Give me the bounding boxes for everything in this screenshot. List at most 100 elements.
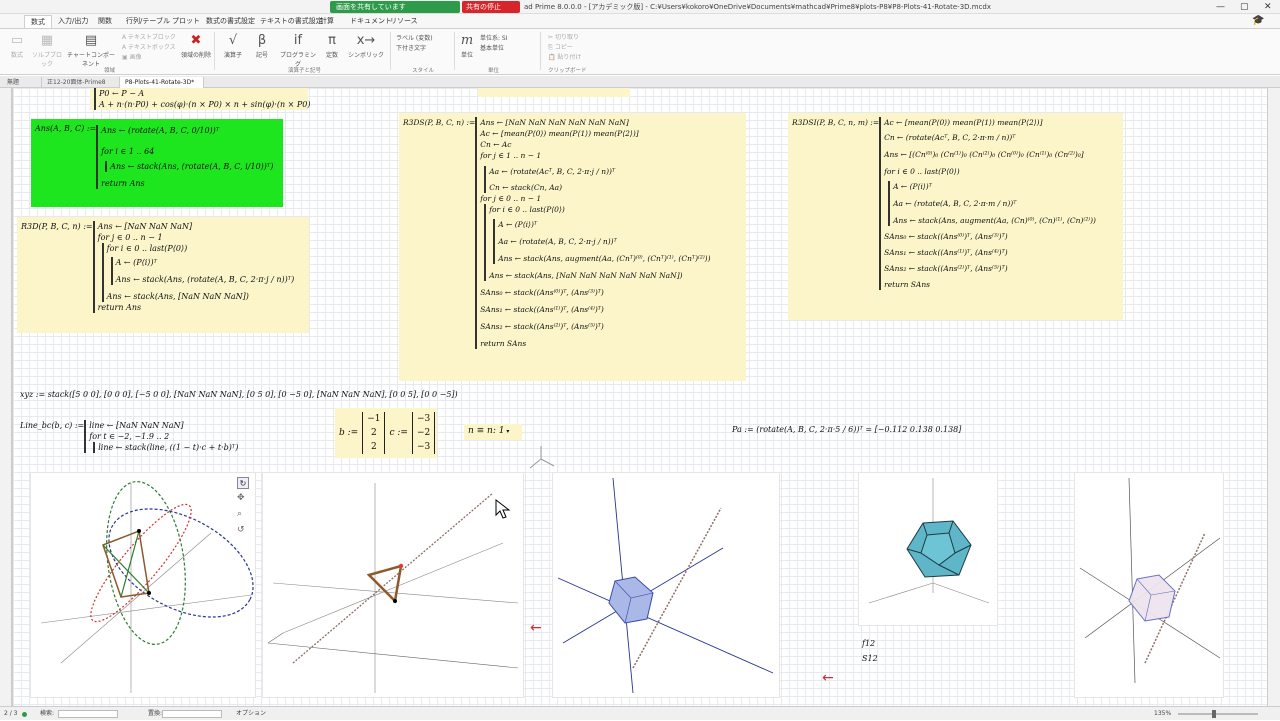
zoom-tool-icon[interactable]: ⌕ bbox=[237, 509, 242, 519]
chart-icon: ▤ bbox=[84, 33, 98, 48]
delete-region-button[interactable]: ✖ 領域の削除 bbox=[180, 33, 212, 59]
programming-button[interactable]: if プログラミング bbox=[278, 33, 318, 68]
minimize-icon[interactable]: — bbox=[1216, 0, 1225, 14]
r3d-function-definition[interactable]: R3D(P, B, C, n) := Ans ← [NaN NaN NaN] f… bbox=[17, 217, 309, 333]
doc-tab-polyhedra[interactable]: 正12-20面体-Prime8 bbox=[42, 77, 120, 88]
unit-m-icon: m bbox=[460, 33, 474, 48]
annotation-arrow-icon: ← bbox=[530, 620, 542, 636]
line-function-definition[interactable]: Line_bc(b, c) := line ← [NaN NaN NaN] fo… bbox=[20, 420, 240, 462]
maximize-icon[interactable]: ▢ bbox=[1240, 0, 1249, 14]
chart-component-button[interactable]: ▤ チャートコンポーネント bbox=[66, 33, 116, 68]
r3ds-function-definition[interactable]: R3DS(P, B, C, n) := Ans ← [NaN NaN NaN N… bbox=[399, 113, 746, 381]
copy-icon: ⎘ bbox=[548, 44, 553, 51]
mouse-cursor-icon bbox=[495, 498, 511, 519]
partial-rotate-definition[interactable]: P0 ← P − A A + n·(n·P0) + cos(φ)·(n × P0… bbox=[90, 88, 311, 110]
screen-share-indicator: 画面を共有しています bbox=[330, 1, 460, 13]
tab-math[interactable]: 数式 bbox=[24, 15, 52, 28]
doc-tab-rotate-3d[interactable]: P8-Plots-41-Rotate-3D* bbox=[120, 77, 204, 88]
plot-3d-transparent-dodecahedron-canvas bbox=[1079, 477, 1221, 684]
solve-block-button[interactable]: ▦ ソルブブロック bbox=[30, 33, 64, 68]
cut-button[interactable]: ✂ 切り取り bbox=[548, 32, 588, 41]
replace-label: 置換: bbox=[148, 710, 163, 717]
tab-calculation[interactable]: 計算 bbox=[320, 16, 334, 26]
paste-button[interactable]: 📋 貼り付け bbox=[548, 52, 588, 61]
plot-3d-dodecahedron-wire-canvas bbox=[557, 477, 774, 694]
ribbon-separator bbox=[540, 32, 541, 70]
symbols-button[interactable]: β 記号 bbox=[250, 33, 274, 59]
math-region-button[interactable]: ▭ 数式 bbox=[6, 33, 28, 59]
beta-icon: β bbox=[257, 33, 267, 48]
axis-gizmo bbox=[529, 446, 555, 469]
symbolics-button[interactable]: x→ シンボリック bbox=[348, 33, 384, 59]
rotate-tool-icon[interactable]: ↻ bbox=[237, 477, 249, 489]
tab-functions[interactable]: 関数 bbox=[98, 16, 112, 26]
plot-3d-line-triangle[interactable] bbox=[262, 472, 524, 698]
units-button[interactable]: m 単位 bbox=[458, 33, 476, 59]
constants-button[interactable]: π 定数 bbox=[320, 33, 344, 59]
doc-tab-untitled[interactable]: 無題 bbox=[2, 77, 42, 88]
pa-evaluation[interactable]: Pa := (rotate(A, B, C, 2·π·5 / 6))ᵀ = [−… bbox=[732, 424, 972, 442]
sqrt-icon: √ bbox=[228, 33, 238, 48]
n-global-definition[interactable]: n ≡ n: 1 ▾ bbox=[464, 424, 522, 440]
subscript-button[interactable]: 下付き文字 bbox=[396, 43, 450, 52]
r3dsi-function-definition[interactable]: R3DSI(P, B, C, n, m) := Ac ← [mean(P⟨0⟩)… bbox=[788, 113, 1123, 320]
plot-3d-dodecahedron-wire[interactable] bbox=[552, 472, 780, 698]
symbolic-arrow-icon: x→ bbox=[356, 33, 376, 48]
search-label: 検索: bbox=[40, 710, 55, 717]
solve-block-icon: ▦ bbox=[40, 33, 54, 48]
document-tabs: 無題 正12-20面体-Prime8 P8-Plots-41-Rotate-3D… bbox=[0, 76, 1280, 88]
xyz-definition[interactable]: xyz := stack([5 0 0], [0 0 0], [−5 0 0],… bbox=[20, 389, 520, 403]
image-button[interactable]: ▣ 画像 bbox=[122, 52, 182, 61]
plot-3d-transparent-dodecahedron[interactable] bbox=[1074, 472, 1224, 698]
delete-region-icon: ✖ bbox=[190, 33, 202, 48]
math-region-icon: ▭ bbox=[10, 33, 24, 48]
zoom-level: 135% bbox=[1154, 710, 1172, 717]
dropdown-chevron-icon[interactable]: ▾ bbox=[504, 428, 509, 435]
annotation-arrow-icon: ← bbox=[822, 670, 834, 686]
title-bar: 画面を共有しています 共有の停止 ad Prime 8.0.0.0 - [アカデ… bbox=[0, 0, 1280, 14]
replace-input[interactable] bbox=[162, 710, 222, 718]
tab-text-format[interactable]: テキストの書式設定 bbox=[260, 16, 323, 26]
close-icon[interactable]: ✕ bbox=[1264, 0, 1272, 14]
unit-system-dropdown[interactable]: 単位系: SI bbox=[480, 33, 534, 42]
vertical-scrollbar[interactable] bbox=[1268, 88, 1280, 706]
graduation-cap-icon[interactable]: 🎓 bbox=[1252, 15, 1264, 26]
if-icon: if bbox=[293, 33, 303, 48]
base-units-button[interactable]: 基本単位 bbox=[480, 43, 534, 52]
ans-function-definition[interactable]: Ans(A, B, C) := Ans ← (rotate(A, B, C, 0… bbox=[31, 119, 283, 207]
tab-document[interactable]: ドキュメント bbox=[350, 16, 392, 26]
ribbon-separator bbox=[214, 32, 215, 70]
plot-3d-dodecahedron-solid[interactable] bbox=[858, 472, 998, 626]
ribbon-separator bbox=[390, 32, 391, 70]
scissors-icon: ✂ bbox=[548, 34, 554, 41]
options-dropdown[interactable]: オプション bbox=[236, 707, 266, 721]
tab-math-format[interactable]: 数式の書式設定 bbox=[206, 16, 255, 26]
plot-3d-dodecahedron-solid-canvas bbox=[868, 478, 990, 604]
status-bar: 2 / 3 検索: 置換: オプション 135% bbox=[0, 706, 1280, 720]
stop-share-button[interactable]: 共有の停止 bbox=[462, 1, 520, 13]
text-block-button[interactable]: A テキストブロック bbox=[122, 32, 182, 41]
plot-3d-line-triangle-canvas bbox=[267, 483, 519, 693]
text-block-icon: A bbox=[122, 34, 127, 41]
pan-tool-icon[interactable]: ✥ bbox=[237, 493, 245, 503]
ribbon-panel: ▭ 数式 ▦ ソルブブロック ▤ チャートコンポーネント A テキストブロック A テ… bbox=[0, 29, 1280, 75]
tab-resources[interactable]: リソース bbox=[390, 16, 418, 26]
plot-3d-ellipses[interactable]: ↻ ✥ ⌕ ↺ bbox=[30, 472, 256, 698]
operators-button[interactable]: √ 演算子 bbox=[220, 33, 246, 59]
zoom-slider[interactable] bbox=[1178, 713, 1258, 715]
bc-vector-definitions[interactable]: b := −1 2 2 c := −3 −2 −3 bbox=[335, 408, 437, 458]
copy-button[interactable]: ⎘ コピー bbox=[548, 42, 588, 52]
calc-status-icon bbox=[22, 712, 27, 717]
ribbon-tabs: 数式 入力/出力 関数 行列/テーブル プロット 数式の書式設定 テキストの書式… bbox=[0, 14, 1280, 29]
tab-matrix[interactable]: 行列/テーブル bbox=[126, 16, 170, 26]
reset-view-icon[interactable]: ↺ bbox=[237, 525, 245, 535]
zoom-slider-handle[interactable] bbox=[1212, 710, 1216, 718]
label-variable-dropdown[interactable]: ラベル (変数) bbox=[396, 33, 450, 42]
search-input[interactable] bbox=[58, 710, 118, 718]
tab-plots[interactable]: プロット bbox=[172, 16, 200, 26]
clipboard-icon: 📋 bbox=[548, 54, 556, 61]
tab-io[interactable]: 入力/出力 bbox=[58, 16, 88, 26]
text-box-button[interactable]: A テキストボックス bbox=[122, 42, 182, 51]
image-icon: ▣ bbox=[122, 54, 128, 61]
ribbon-separator bbox=[454, 32, 455, 70]
